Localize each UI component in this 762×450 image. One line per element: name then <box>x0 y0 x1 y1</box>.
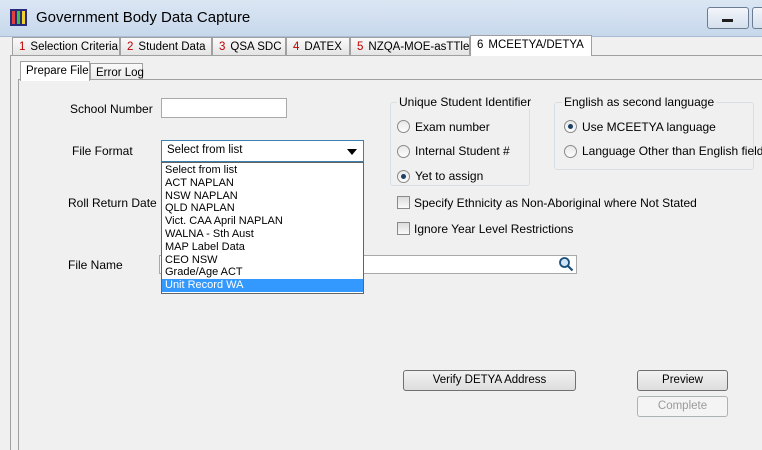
unique-student-identifier-title: Unique Student Identifier <box>397 95 534 109</box>
radio-yet-to-assign[interactable] <box>397 170 410 183</box>
dropdown-option[interactable]: MAP Label Data <box>162 241 363 254</box>
dropdown-option[interactable]: Select from list <box>162 164 363 177</box>
radio-use-mceetya-language-label[interactable]: Use MCEETYA language <box>582 120 716 134</box>
complete-button[interactable]: Complete <box>637 396 728 417</box>
radio-lote-field-label[interactable]: Language Other than English field <box>582 144 762 158</box>
file-format-selected-value: Select from list <box>167 144 243 156</box>
file-format-dropdown-list[interactable]: Select from list ACT NAPLAN NSW NAPLAN Q… <box>161 162 364 294</box>
radio-use-mceetya-language[interactable] <box>564 120 577 133</box>
dropdown-option[interactable]: Vict. CAA April NAPLAN <box>162 215 363 228</box>
checkbox-specify-ethnicity[interactable] <box>397 196 410 209</box>
file-format-select[interactable]: Select from list <box>161 140 364 162</box>
radio-internal-student-label[interactable]: Internal Student # <box>415 144 510 158</box>
checkbox-specify-ethnicity-label[interactable]: Specify Ethnicity as Non-Aboriginal wher… <box>414 196 697 210</box>
tab-qsa-sdc[interactable]: 3 QSA SDC <box>212 37 286 55</box>
dropdown-option[interactable]: QLD NAPLAN <box>162 202 363 215</box>
radio-exam-number-label[interactable]: Exam number <box>415 120 490 134</box>
dropdown-option[interactable]: CEO NSW <box>162 254 363 267</box>
file-name-label: File Name <box>68 258 123 272</box>
radio-lote-field[interactable] <box>564 145 577 158</box>
preview-button[interactable]: Preview <box>637 370 728 391</box>
window-title: Government Body Data Capture <box>36 9 251 26</box>
dropdown-arrow-icon[interactable] <box>347 149 357 155</box>
radio-yet-to-assign-label[interactable]: Yet to assign <box>415 169 483 183</box>
radio-exam-number[interactable] <box>397 120 410 133</box>
dropdown-option[interactable]: Grade/Age ACT <box>162 266 363 279</box>
school-number-input[interactable] <box>161 98 287 118</box>
dropdown-option-highlighted[interactable]: Unit Record WA <box>162 279 363 292</box>
tab-mceetya-detya[interactable]: 6 MCEETYA/DETYA <box>470 35 592 56</box>
esl-group <box>554 102 754 170</box>
magnifier-icon[interactable] <box>558 256 574 272</box>
radio-internal-student[interactable] <box>397 145 410 158</box>
app-icon <box>10 9 27 26</box>
minimize-icon <box>722 19 733 22</box>
maximize-button[interactable] <box>752 7 762 29</box>
dropdown-option[interactable]: WALNA - Sth Aust <box>162 228 363 241</box>
dropdown-option[interactable]: NSW NAPLAN <box>162 190 363 203</box>
subtab-prepare-file[interactable]: Prepare File <box>20 61 90 81</box>
roll-return-date-label: Roll Return Date <box>68 196 157 210</box>
file-format-label: File Format <box>72 144 133 158</box>
title-bar: Government Body Data Capture <box>0 0 762 37</box>
checkbox-ignore-year-level[interactable] <box>397 222 410 235</box>
minimize-button[interactable] <box>707 7 749 29</box>
school-number-label: School Number <box>70 102 153 116</box>
main-tabstrip: 1 Selection Criteria 2 Student Data 3 QSA S… <box>0 35 762 56</box>
esl-group-title: English as second language <box>562 95 717 109</box>
tab-student-data[interactable]: 2 Student Data <box>120 37 212 55</box>
tab-nzqa-moe-asttle[interactable]: 5 NZQA-MOE-asTTle <box>350 37 470 55</box>
tab-datex[interactable]: 4 DATEX <box>286 37 350 55</box>
checkbox-ignore-year-level-label[interactable]: Ignore Year Level Restrictions <box>414 222 573 236</box>
dropdown-option[interactable]: ACT NAPLAN <box>162 177 363 190</box>
verify-detya-address-button[interactable]: Verify DETYA Address <box>403 370 576 391</box>
tab-selection-criteria[interactable]: 1 Selection Criteria <box>12 37 120 55</box>
